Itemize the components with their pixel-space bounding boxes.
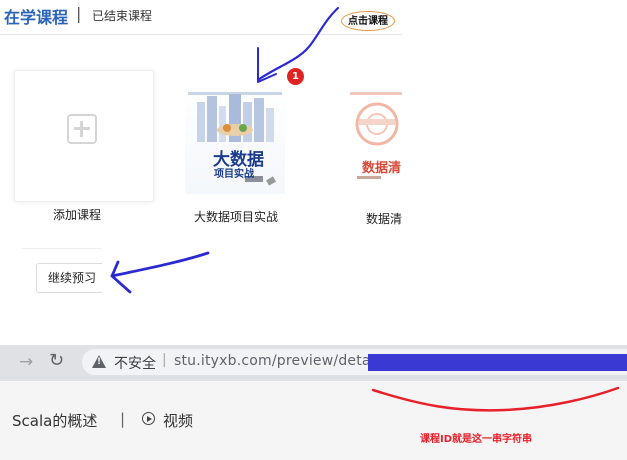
annotation-overlay: [110, 6, 620, 412]
red-underline: [371, 386, 620, 412]
blue-arrow-head-left: [110, 260, 132, 294]
blue-arrow-to-course: [256, 6, 340, 82]
blue-arrow-to-button: [110, 251, 210, 278]
